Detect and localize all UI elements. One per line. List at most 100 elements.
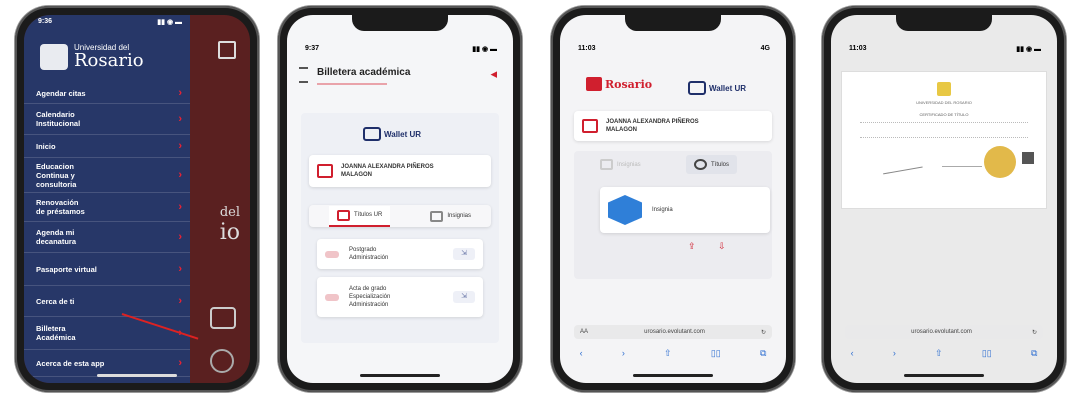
badge-icon (600, 159, 613, 170)
menu-icon[interactable] (299, 67, 308, 83)
document-label: Postgrado Administración (349, 247, 389, 261)
share-icon[interactable]: ⇧ (664, 348, 672, 359)
url-text: urosario.evolutant.com (911, 329, 972, 335)
seal-icon (40, 43, 68, 70)
phone-badges: 11:03 4G Rosario Wallet UR JOANNA ALEXAN… (551, 6, 795, 392)
wallet-icon (363, 127, 381, 141)
tab-titulos[interactable]: Títulos UR (328, 205, 391, 227)
calendar-icon[interactable] (210, 307, 236, 329)
view-document-button[interactable]: ⇲ (453, 248, 475, 260)
phone-screen: 11:03 4G Rosario Wallet UR JOANNA ALEXAN… (560, 15, 786, 383)
menu-item-cerca[interactable]: Cerca de ti › (24, 286, 190, 317)
menu-item-label: Agendar citas (36, 88, 86, 98)
menu-item-agendar-citas[interactable]: Agendar citas › (24, 83, 190, 104)
menu-item-pasaporte[interactable]: Pasaporte virtual › (24, 253, 190, 286)
menu-item-educacion[interactable]: Educacion Continua y consultoria › (24, 158, 190, 193)
document-label: Acta de grado Especialización Administra… (349, 286, 391, 308)
menu-item-renovacion[interactable]: Renovación de préstamos › (24, 193, 190, 222)
bookmarks-icon[interactable]: ▯▯ (711, 348, 721, 359)
reader-button[interactable]: AA (580, 329, 588, 335)
signal-icon: ▮▮ ◉ ▬ (1016, 46, 1041, 53)
student-name: JOANNA ALEXANDRA PIÑEROS MALAGON (341, 164, 434, 178)
diploma-icon (694, 159, 707, 170)
notch (352, 15, 448, 31)
download-icon[interactable]: ⇩ (718, 241, 726, 252)
phone-screen: del io 9:36 ▮▮ ◉ ▬ Universidad del Rosar… (24, 15, 250, 383)
chevron-right-icon: › (178, 357, 182, 369)
address-bar[interactable]: AA urosario.evolutant.com ↻ (574, 325, 772, 339)
qr-code-icon[interactable] (1022, 152, 1034, 164)
menu-item-calendario[interactable]: Calendario Institucional › (24, 104, 190, 135)
network-indicator: 4G (760, 45, 770, 52)
chevron-right-icon: › (178, 263, 182, 275)
chevron-right-icon: › (178, 231, 182, 243)
reload-icon[interactable]: ↻ (761, 329, 766, 336)
view-document-button[interactable]: ⇲ (453, 291, 475, 303)
home-indicator (633, 374, 713, 377)
menu-item-inicio[interactable]: Inicio › (24, 135, 190, 158)
menu-item-billetera[interactable]: Billetera Académica› (24, 317, 190, 350)
id-icon (582, 119, 598, 133)
menu-item-label: Pasaporte virtual (36, 264, 97, 274)
phone-certificate: 11:03 ▮▮ ◉ ▬ UNIVERSIDAD DEL ROSARIO CER… (822, 6, 1066, 392)
forward-icon[interactable]: › (622, 348, 625, 358)
home-indicator (97, 374, 177, 377)
university-logo: Universidad del Rosario (40, 43, 144, 70)
wallet-icon (688, 81, 706, 95)
signature-icon (325, 250, 339, 258)
navigation-drawer: 9:36 ▮▮ ◉ ▬ Universidad del Rosario Agen… (24, 15, 199, 383)
signal-icon: ▮▮ ◉ ▬ (157, 19, 182, 26)
menu-item-acerca[interactable]: Acerca de esta app › (24, 350, 190, 377)
back-icon[interactable]: ‹ (851, 348, 854, 358)
certificate-document: UNIVERSIDAD DEL ROSARIO CERTIFICADO DE T… (841, 71, 1047, 209)
tab-titulos[interactable]: Títulos (686, 155, 738, 174)
browser-toolbar: ‹ › ⇧ ▯▯ ⧉ (560, 345, 786, 361)
badge-item[interactable]: Insignia (600, 187, 770, 233)
phone-screen: 9:37 ▮▮ ◉ ▬ Billetera académica ◂ Wallet… (287, 15, 513, 383)
signal-icon: ▮▮ ◉ ▬ (472, 46, 497, 53)
browser-toolbar: ‹ › ⇧ ▯▯ ⧉ (831, 345, 1057, 361)
chevron-right-icon: › (178, 113, 182, 125)
tabs-icon[interactable]: ⧉ (760, 348, 766, 359)
forward-icon[interactable]: › (893, 348, 896, 358)
badge-icon (430, 210, 444, 222)
signature (942, 156, 982, 167)
address-bar[interactable]: urosario.evolutant.com ↻ (845, 325, 1043, 339)
seal-icon (210, 349, 234, 373)
tab-insignias[interactable]: Insignias (430, 210, 471, 222)
wallet-logo: Wallet UR (363, 127, 421, 141)
page-title: Billetera académica (317, 67, 411, 78)
document-item[interactable]: Acta de grado Especialización Administra… (317, 277, 483, 317)
status-time: 11:03 (849, 45, 867, 52)
status-time: 9:37 (305, 45, 320, 52)
student-card: JOANNA ALEXANDRA PIÑEROS MALAGON (309, 155, 491, 187)
background-text: del (219, 205, 240, 220)
share-icon[interactable]: ⇧ (935, 348, 943, 359)
url-text: urosario.evolutant.com (644, 329, 705, 335)
share-icon[interactable]: ⇪ (688, 241, 696, 252)
chevron-right-icon: › (178, 201, 182, 213)
university-logo: Rosario (586, 77, 652, 91)
menu-item-agenda[interactable]: Agenda mi decanatura › (24, 222, 190, 253)
tab-insignias[interactable]: Insignias (600, 159, 641, 170)
tab-label: Insignias (617, 161, 641, 168)
seal-icon (586, 77, 602, 91)
bookmarks-icon[interactable]: ▯▯ (982, 348, 992, 359)
wallet-logo: Wallet UR (688, 81, 746, 95)
status-bar: 11:03 ▮▮ ◉ ▬ (849, 45, 1041, 57)
badge-icon (608, 195, 642, 225)
phone-screen: 11:03 ▮▮ ◉ ▬ UNIVERSIDAD DEL ROSARIO CER… (831, 15, 1057, 383)
phone-menu: del io 9:36 ▮▮ ◉ ▬ Universidad del Rosar… (15, 6, 259, 392)
chevron-right-icon: › (178, 295, 182, 307)
status-bar: 9:36 ▮▮ ◉ ▬ (38, 18, 182, 30)
back-icon[interactable]: ‹ (580, 348, 583, 358)
document-item[interactable]: Postgrado Administración ⇲ (317, 239, 483, 269)
tabs-icon[interactable]: ⧉ (1031, 348, 1037, 359)
edit-icon[interactable] (218, 41, 236, 59)
reload-icon[interactable]: ↻ (1032, 329, 1037, 336)
back-arrow-icon[interactable]: ◂ (490, 66, 497, 82)
menu-item-label: Educacion Continua y consultoria (36, 161, 77, 189)
tab-label: Títulos (711, 161, 730, 168)
notch (896, 15, 992, 31)
badge-label: Insignia (652, 207, 673, 213)
